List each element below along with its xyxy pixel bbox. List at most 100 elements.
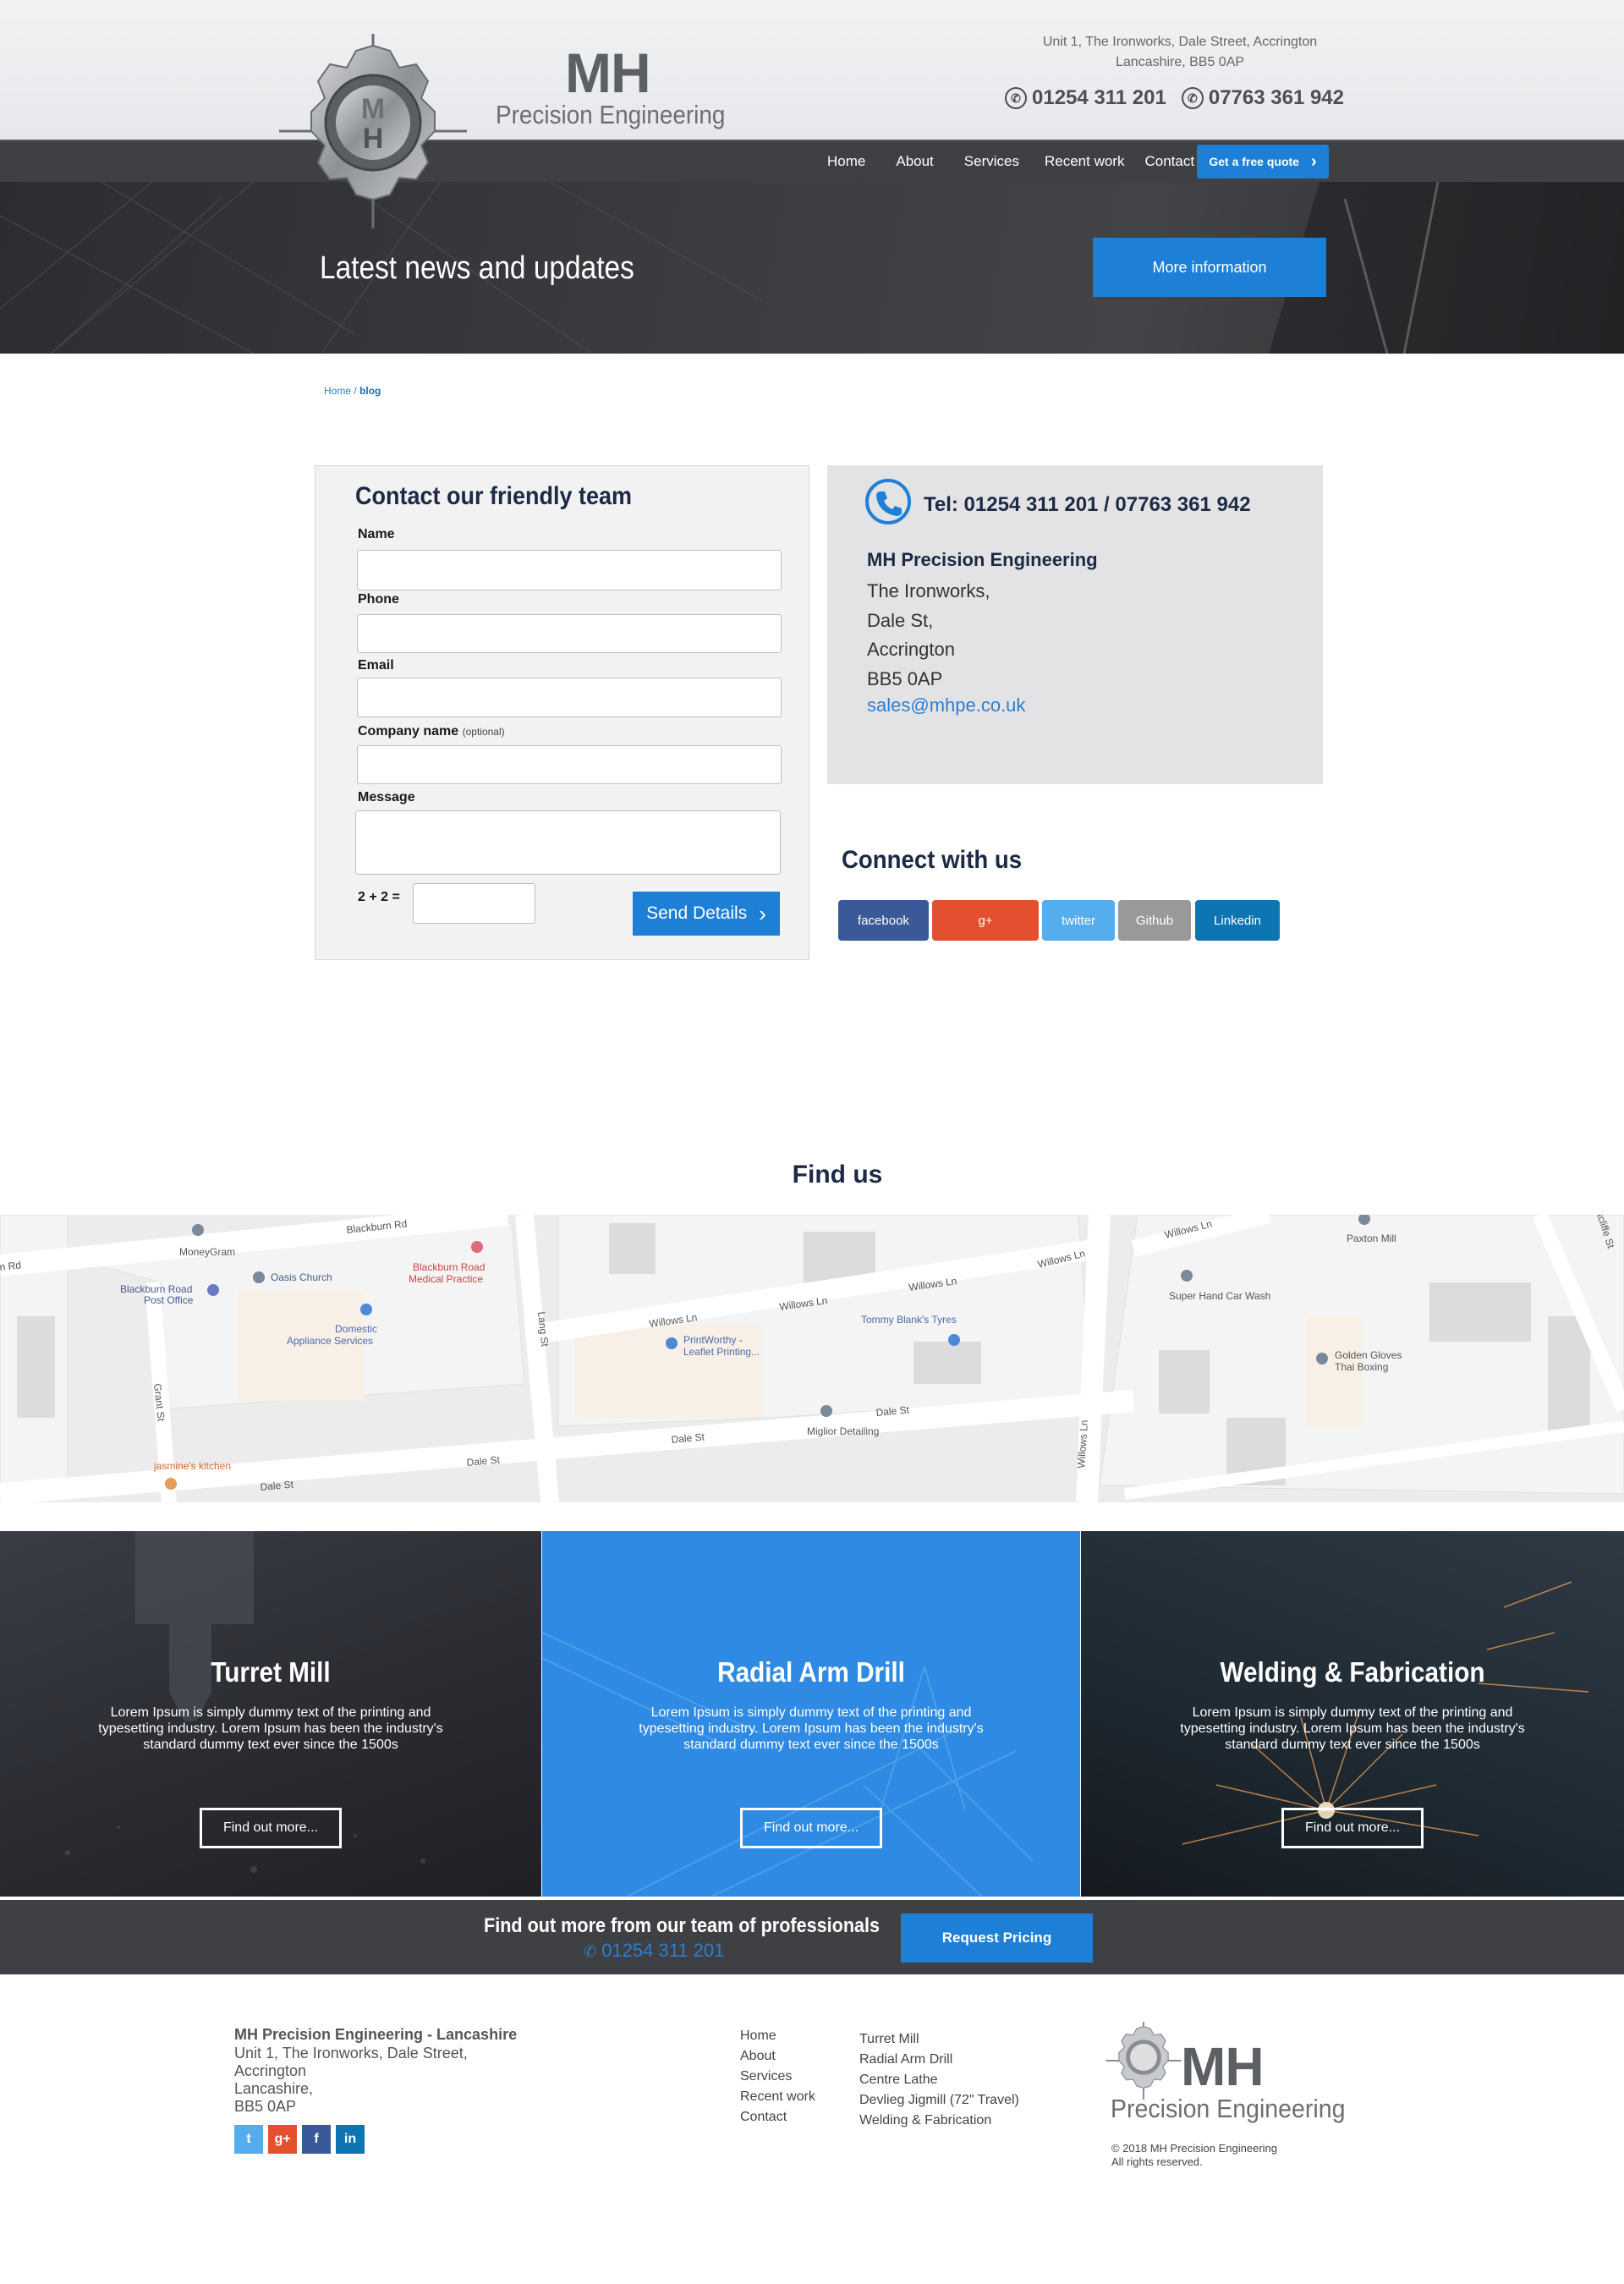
captcha-input[interactable] bbox=[413, 883, 535, 924]
map-canvas[interactable]: Blackburn Rd n Rd MoneyGram Oasis Church… bbox=[0, 1215, 1624, 1502]
company-optional-note: (optional) bbox=[462, 726, 505, 738]
logo-text-mh[interactable]: MH bbox=[565, 41, 651, 105]
footer-nav-contact[interactable]: Contact bbox=[740, 2107, 815, 2128]
logo-text-sub[interactable]: Precision Engineering bbox=[496, 100, 725, 130]
main-nav: Home About Services Recent work Contact bbox=[812, 151, 1204, 173]
email-label: Email bbox=[358, 658, 394, 673]
linkedin-button[interactable]: Linkedin bbox=[1195, 900, 1280, 941]
chevron-right-icon: › bbox=[759, 900, 766, 926]
phone-icon: ✆ bbox=[584, 1943, 597, 1960]
footer-facebook-icon[interactable]: f bbox=[302, 2125, 331, 2154]
footer-linkedin-icon[interactable]: in bbox=[336, 2125, 365, 2154]
footer-nav-services[interactable]: Services bbox=[740, 2067, 815, 2087]
service-welding-fabrication[interactable]: Welding & Fabrication Lorem Ipsum is sim… bbox=[1081, 1531, 1624, 1897]
footer-logo-mh[interactable]: MH bbox=[1181, 2035, 1265, 2098]
breadcrumb-home[interactable]: Home bbox=[324, 385, 351, 397]
nav-services[interactable]: Services bbox=[949, 153, 1034, 170]
footer-nav-about[interactable]: About bbox=[740, 2046, 815, 2067]
nav-contact[interactable]: Contact bbox=[1134, 153, 1204, 170]
contact-tel-line[interactable]: Tel: 01254 311 201 / 07763 361 942 bbox=[924, 493, 1251, 517]
facebook-button[interactable]: facebook bbox=[838, 900, 929, 941]
map-label: Oasis Church bbox=[271, 1271, 332, 1283]
nav-recent-work[interactable]: Recent work bbox=[1034, 153, 1134, 170]
footer-service-link[interactable]: Radial Arm Drill bbox=[859, 2050, 1019, 2070]
header-phone-1-text: 01254 311 201 bbox=[1032, 86, 1166, 109]
contact-address-line: The Ironworks, bbox=[867, 580, 990, 601]
map-label: Miglior Detailing bbox=[807, 1425, 879, 1437]
send-details-label: Send Details bbox=[646, 903, 748, 923]
map-label: jasmine's kitchen bbox=[153, 1460, 231, 1472]
more-information-button[interactable]: More information bbox=[1093, 238, 1326, 297]
captcha-label: 2 + 2 = bbox=[358, 890, 400, 904]
company-input[interactable] bbox=[357, 745, 782, 784]
footer-address-line: Lancashire, bbox=[234, 2080, 314, 2097]
map-label: Blackburn Road bbox=[120, 1283, 192, 1295]
find-out-more-button[interactable]: Find out more... bbox=[740, 1808, 882, 1848]
service-title: Radial Arm Drill bbox=[717, 1656, 905, 1688]
footer-rights-line: All rights reserved. bbox=[1111, 2155, 1203, 2168]
map-label: Paxton Mill bbox=[1347, 1233, 1396, 1244]
footer-nav-home[interactable]: Home bbox=[740, 2026, 815, 2046]
footer-logo-sub[interactable]: Precision Engineering bbox=[1111, 2094, 1345, 2124]
hero-background-lines bbox=[0, 182, 1624, 354]
email-input[interactable] bbox=[357, 678, 782, 717]
service-radial-arm-drill[interactable]: Radial Arm Drill Lorem Ipsum is simply d… bbox=[542, 1531, 1080, 1897]
service-description: Lorem Ipsum is simply dummy text of the … bbox=[1180, 1705, 1525, 1752]
phone-icon: ✆ bbox=[1005, 87, 1027, 109]
map-label: Leaflet Printing... bbox=[683, 1346, 760, 1358]
map-label: Thai Boxing bbox=[1335, 1361, 1388, 1373]
footer-copyright: © 2018 MH Precision Engineering All righ… bbox=[1111, 2142, 1277, 2169]
find-out-more-button[interactable]: Find out more... bbox=[200, 1808, 342, 1848]
footer-address-line: Accrington bbox=[234, 2062, 307, 2079]
cta-phone[interactable]: ✆ 01254 311 201 bbox=[584, 1940, 724, 1962]
footer-copyright-line: © 2018 MH Precision Engineering bbox=[1111, 2142, 1278, 2155]
free-quote-button[interactable]: Get a free quote › bbox=[1197, 145, 1329, 178]
header-address-line1: Unit 1, The Ironworks, Dale Street, Accr… bbox=[1042, 35, 1318, 49]
github-button[interactable]: Github bbox=[1118, 900, 1191, 941]
footer-service-link[interactable]: Centre Lathe bbox=[859, 2070, 1019, 2090]
contact-email-link[interactable]: sales@mhpe.co.uk bbox=[867, 695, 1025, 716]
footer-logo-gear-icon[interactable] bbox=[1105, 2022, 1182, 2100]
service-turret-mill[interactable]: Turret Mill Lorem Ipsum is simply dummy … bbox=[0, 1531, 541, 1897]
message-textarea[interactable] bbox=[355, 810, 781, 875]
contact-form-title: Contact our friendly team bbox=[355, 482, 633, 510]
name-input[interactable] bbox=[357, 550, 782, 590]
map-label: Golden Gloves bbox=[1335, 1349, 1402, 1361]
footer-twitter-icon[interactable]: t bbox=[234, 2125, 263, 2154]
header-phone-2[interactable]: ✆ 07763 361 942 bbox=[1181, 86, 1345, 110]
footer-google-plus-icon[interactable]: g+ bbox=[268, 2125, 297, 2154]
logo-badge-m: M bbox=[361, 93, 385, 125]
google-plus-button[interactable]: g+ bbox=[932, 900, 1039, 941]
find-out-more-button[interactable]: Find out more... bbox=[1281, 1808, 1424, 1848]
service-description: Lorem Ipsum is simply dummy text of the … bbox=[639, 1705, 984, 1752]
contact-address-line: BB5 0AP bbox=[867, 667, 943, 689]
footer-service-link[interactable]: Welding & Fabrication bbox=[859, 2111, 1019, 2131]
phone-icon: ✆ bbox=[1181, 87, 1204, 109]
logo-gear-icon[interactable]: M H bbox=[279, 34, 467, 228]
find-us-title: Find us bbox=[792, 1161, 883, 1189]
map-label: MoneyGram bbox=[179, 1246, 235, 1258]
contact-address-line: Accrington bbox=[867, 639, 955, 660]
request-pricing-button[interactable]: Request Pricing bbox=[901, 1913, 1093, 1963]
location-map[interactable]: Blackburn Rd n Rd MoneyGram Oasis Church… bbox=[0, 1215, 1624, 1502]
footer-address: Unit 1, The Ironworks, Dale Street, Accr… bbox=[234, 2045, 468, 2116]
send-details-button[interactable]: Send Details › bbox=[633, 892, 780, 936]
hero-title: Latest news and updates bbox=[320, 250, 634, 286]
header-address: Unit 1, The Ironworks, Dale Street, Accr… bbox=[1007, 32, 1353, 73]
nav-home[interactable]: Home bbox=[812, 153, 881, 170]
cta-title: Find out more from our team of professio… bbox=[484, 1914, 881, 1937]
footer-address-line: Unit 1, The Ironworks, Dale Street, bbox=[234, 2045, 468, 2062]
header-phone-2-text: 07763 361 942 bbox=[1208, 86, 1345, 109]
nav-about[interactable]: About bbox=[881, 153, 948, 170]
footer-nav-recent-work[interactable]: Recent work bbox=[740, 2087, 815, 2107]
header-phones: ✆ 01254 311 201 ✆ 07763 361 942 bbox=[1005, 86, 1344, 110]
twitter-button[interactable]: twitter bbox=[1042, 900, 1115, 941]
footer-service-link[interactable]: Turret Mill bbox=[859, 2029, 1019, 2050]
header-phone-1[interactable]: ✆ 01254 311 201 bbox=[1005, 86, 1166, 110]
footer-service-link[interactable]: Devlieg Jigmill (72" Travel) bbox=[859, 2090, 1019, 2111]
phone-input[interactable] bbox=[357, 614, 782, 653]
contact-address: The Ironworks, Dale St, Accrington BB5 0… bbox=[867, 577, 990, 694]
service-title: Welding & Fabrication bbox=[1220, 1656, 1485, 1688]
map-label: Tommy Blank's Tyres bbox=[861, 1314, 957, 1326]
company-label-text: Company name bbox=[358, 724, 459, 738]
